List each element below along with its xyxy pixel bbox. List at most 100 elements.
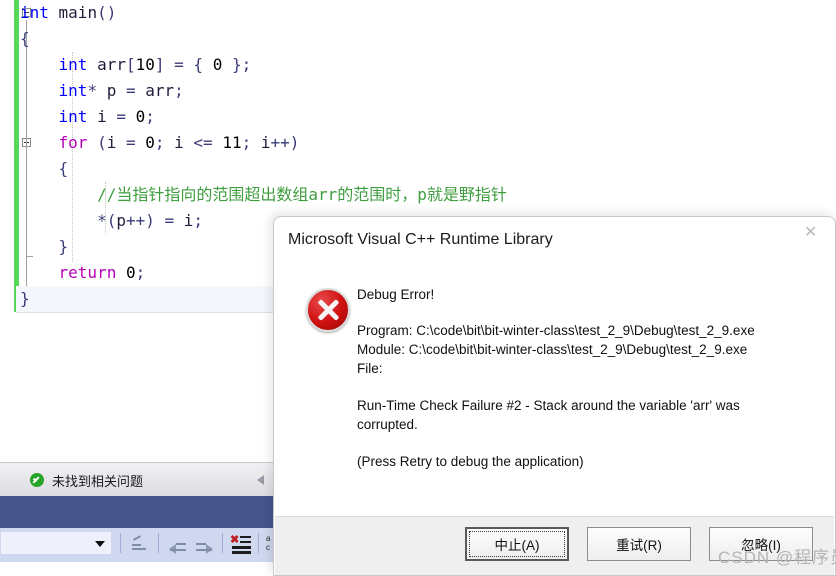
check-circle-icon	[30, 473, 44, 487]
code-token: return	[58, 263, 117, 282]
code-line: for (i = 0; i <= 11; i++)	[20, 130, 507, 156]
code-line: {	[20, 156, 507, 182]
code-token: =	[125, 133, 146, 152]
code-token: ;	[241, 133, 261, 152]
toolbar-separator-4	[258, 533, 259, 553]
code-line: int i = 0;	[20, 104, 507, 130]
code-token: =	[164, 211, 184, 230]
code-token: }	[58, 237, 69, 256]
code-token: arr	[145, 81, 175, 100]
outdent-icon[interactable]	[166, 534, 188, 554]
red-x-icon: ✖	[230, 534, 240, 546]
code-token: 0	[212, 55, 223, 74]
file-path: File:	[357, 361, 383, 376]
ignore-button-label: 忽略(I)	[741, 538, 781, 553]
change-indicator-bar	[14, 0, 19, 312]
program-path: Program: C:\code\bit\bit-winter-class\te…	[357, 323, 755, 338]
code-token: [	[125, 55, 136, 74]
code-token: i	[106, 133, 126, 152]
code-token: ++)	[270, 133, 300, 152]
code-token: arr	[87, 55, 126, 74]
clear-list-icon[interactable]: ✖	[230, 534, 252, 554]
error-list-status-bar: 未找到相关问题	[0, 462, 274, 496]
code-token: ;	[241, 55, 252, 74]
indent-icon[interactable]	[194, 534, 216, 554]
focus-outline	[469, 531, 565, 557]
error-heading: Debug Error!	[357, 287, 435, 302]
code-line: int arr[10] = { 0 };	[20, 52, 507, 78]
status-text: 未找到相关问题	[52, 474, 144, 489]
code-token: for	[58, 133, 88, 152]
code-token: *	[87, 81, 98, 100]
close-icon: ✕	[804, 224, 818, 241]
runtime-error-dialog[interactable]: Microsoft Visual C++ Runtime Library ✕ D…	[273, 216, 836, 576]
code-token: int	[58, 81, 88, 100]
code-token: main	[48, 3, 98, 22]
close-button[interactable]: ✕	[789, 217, 835, 251]
code-token: 11	[222, 133, 242, 152]
toolbar-separator-3	[222, 533, 223, 553]
undo-indent-icon[interactable]	[128, 534, 150, 554]
ignore-button[interactable]: 忽略(I)	[709, 527, 813, 561]
retry-button-label: 重试(R)	[616, 538, 662, 553]
code-token: <=	[193, 133, 223, 152]
code-token: {	[193, 55, 213, 74]
code-token: ++)	[125, 211, 165, 230]
code-token: 0	[145, 133, 155, 152]
retry-button[interactable]: 重试(R)	[587, 527, 691, 561]
code-token: {	[58, 159, 69, 178]
code-token: ;	[145, 107, 155, 126]
code-token: 0	[125, 263, 136, 282]
code-token: i	[87, 107, 117, 126]
code-token: int	[58, 107, 88, 126]
code-token: ;	[135, 263, 146, 282]
code-token: ;	[193, 211, 204, 230]
code-token: int	[58, 55, 88, 74]
search-combo[interactable]	[0, 531, 112, 555]
code-line: //当指针指向的范围超出数组arr的范围时，p就是野指针	[20, 182, 507, 208]
collapse-arrow-icon[interactable]	[257, 475, 264, 485]
toolbar-separator-1	[120, 533, 121, 553]
find-toolbar[interactable]: ✖ ac	[0, 528, 274, 562]
abort-button[interactable]: 中止(A)	[465, 527, 569, 561]
code-token: 0	[135, 107, 146, 126]
dialog-title: Microsoft Visual C++ Runtime Library	[288, 231, 553, 248]
error-message: Run-Time Check Failure #2 - Stack around…	[357, 398, 740, 432]
code-line: {	[20, 26, 507, 52]
match-case-icon[interactable]: ac	[266, 534, 270, 552]
module-path: Module: C:\code\bit\bit-winter-class\tes…	[357, 342, 748, 357]
code-token: //当指针指向的范围超出数组arr的范围时，p就是野指针	[97, 185, 507, 204]
code-token: ;	[174, 81, 184, 100]
code-token: }	[222, 55, 242, 74]
code-token: =	[164, 55, 194, 74]
dialog-footer: 中止(A) 重试(R) 忽略(I)	[275, 516, 834, 575]
code-token: int	[20, 3, 49, 22]
code-token: i	[183, 211, 194, 230]
chevron-down-icon	[95, 541, 105, 547]
code-token: ()	[97, 3, 117, 22]
code-token: }	[20, 289, 30, 308]
error-hint: (Press Retry to debug the application)	[357, 454, 584, 469]
code-token: (	[87, 133, 107, 152]
code-token: p	[97, 81, 126, 100]
toolbar-separator-2	[158, 533, 159, 553]
code-token: ;	[154, 133, 175, 152]
code-token: i	[174, 133, 194, 152]
code-token: 10	[135, 55, 155, 74]
code-token: *(	[97, 211, 117, 230]
code-token: =	[116, 107, 136, 126]
code-line: int main()	[20, 0, 507, 26]
panel-header-band	[0, 496, 274, 528]
dialog-body: Debug Error! Program: C:\code\bit\bit-wi…	[357, 285, 817, 471]
code-token: {	[20, 29, 30, 48]
